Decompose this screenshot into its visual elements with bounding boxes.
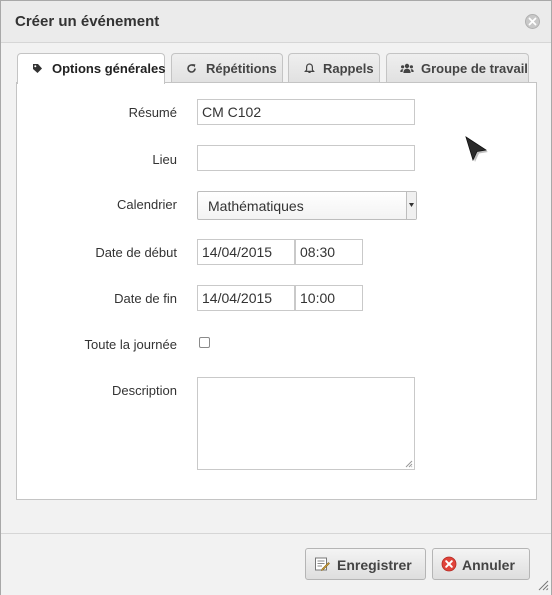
tab-label: Répétitions xyxy=(206,61,277,76)
tab-repetitions[interactable]: Répétitions xyxy=(171,53,283,82)
dialog-footer: Enregistrer Annuler xyxy=(1,533,551,595)
all-day-label: Toute la journée xyxy=(84,337,177,352)
location-input[interactable] xyxy=(197,145,415,171)
summary-label: Résumé xyxy=(128,105,177,120)
end-time-input[interactable] xyxy=(295,285,363,311)
calendar-select-value: Mathématiques xyxy=(208,198,304,214)
start-date-label: Date de début xyxy=(95,245,177,260)
tab-label: Rappels xyxy=(323,61,374,76)
tab-label: Options générales xyxy=(52,61,166,76)
chevron-down-icon xyxy=(406,192,416,219)
close-button[interactable] xyxy=(525,14,540,29)
save-icon xyxy=(314,556,330,575)
users-icon xyxy=(400,62,414,77)
end-date-input[interactable] xyxy=(197,285,295,311)
calendar-select[interactable]: Mathématiques xyxy=(197,191,417,220)
description-textarea[interactable] xyxy=(197,377,415,470)
cancel-button-label: Annuler xyxy=(462,557,515,573)
dialog-title: Créer un événement xyxy=(15,13,160,30)
tab-label: Groupe de travail xyxy=(421,61,528,76)
calendar-label: Calendrier xyxy=(117,197,177,212)
all-day-checkbox[interactable] xyxy=(199,337,210,348)
resize-grip-icon[interactable] xyxy=(405,460,413,468)
general-options-panel: Résumé Lieu Calendrier Mathématiques Dat… xyxy=(16,82,537,500)
dialog-resize-grip-icon[interactable] xyxy=(537,579,549,591)
summary-input[interactable] xyxy=(197,99,415,125)
tab-reminders[interactable]: Rappels xyxy=(288,53,380,82)
tab-general-options[interactable]: Options générales xyxy=(17,53,165,84)
bell-icon xyxy=(304,62,315,77)
location-label: Lieu xyxy=(152,152,177,167)
save-button-label: Enregistrer xyxy=(337,557,412,573)
event-dialog: Créer un événement Options générales Rép… xyxy=(0,0,552,595)
close-icon xyxy=(528,17,537,26)
tag-icon xyxy=(32,62,43,77)
dialog-titlebar[interactable]: Créer un événement xyxy=(1,1,551,43)
start-date-input[interactable] xyxy=(197,239,295,265)
end-date-label: Date de fin xyxy=(114,291,177,306)
tab-work-group[interactable]: Groupe de travail xyxy=(386,53,529,82)
save-button[interactable]: Enregistrer xyxy=(305,548,426,580)
cancel-icon xyxy=(441,556,457,575)
cancel-button[interactable]: Annuler xyxy=(432,548,530,580)
refresh-icon xyxy=(186,62,197,77)
description-label: Description xyxy=(111,383,177,398)
mouse-pointer-icon xyxy=(465,136,488,162)
start-time-input[interactable] xyxy=(295,239,363,265)
